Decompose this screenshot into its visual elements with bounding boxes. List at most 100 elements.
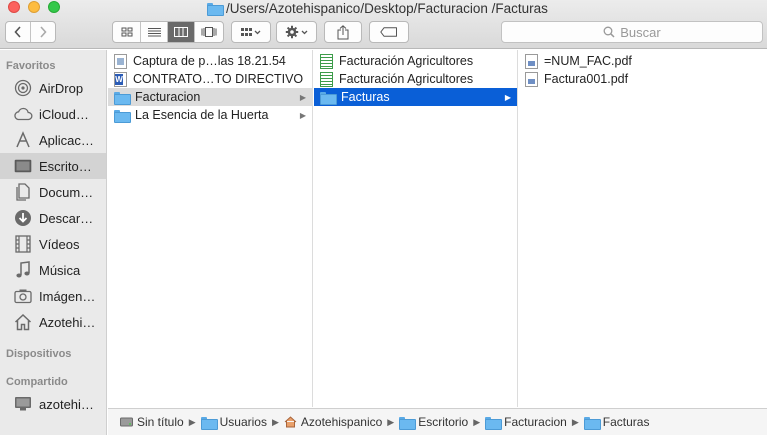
cover-flow-view-button[interactable] [195, 22, 223, 42]
file-row[interactable]: Facturación Agricultores [314, 52, 517, 70]
sidebar-item-shared-computer[interactable]: azotehi… [0, 391, 106, 417]
icon-view-button[interactable] [113, 22, 141, 42]
close-window-button[interactable] [8, 1, 20, 13]
browser-column-2: Facturación Agricultores Facturación Agr… [314, 50, 518, 407]
sidebar-item-documents[interactable]: Docum… [0, 179, 106, 205]
music-note-icon [13, 260, 33, 280]
image-file-icon [114, 53, 127, 69]
folder-icon [320, 91, 337, 105]
minimize-window-button[interactable] [28, 1, 40, 13]
sidebar-item-label: azotehi… [39, 396, 94, 412]
back-button[interactable] [6, 22, 31, 42]
sidebar-item-desktop[interactable]: Escrito… [0, 153, 106, 179]
file-name: CONTRATO…TO DIRECTIVO [133, 72, 304, 86]
sidebar-item-label: Vídeos [39, 236, 80, 252]
file-row[interactable]: Captura de p…las 18.21.54 [108, 52, 312, 70]
view-mode-control [112, 21, 224, 43]
path-separator-icon: ▶ [271, 416, 279, 427]
folder-icon [114, 109, 131, 123]
file-name: Facturación Agricultores [339, 54, 474, 68]
sidebar-item-label: iCloud… [39, 106, 89, 122]
spreadsheet-icon [320, 71, 333, 87]
tag-icon [380, 27, 397, 37]
forward-button[interactable] [31, 22, 55, 42]
disclosure-arrow-icon: ▶ [299, 110, 307, 120]
sidebar-item-downloads[interactable]: Descar… [0, 205, 106, 231]
sidebar-item-label: Escrito… [39, 158, 92, 174]
path-item-label: Escritorio [418, 415, 469, 429]
gear-icon [285, 25, 307, 39]
zoom-window-button[interactable] [48, 1, 60, 13]
file-row[interactable]: Factura001.pdf [519, 70, 767, 88]
file-row[interactable]: =NUM_FAC.pdf [519, 52, 767, 70]
disclosure-arrow-icon: ▶ [299, 92, 307, 102]
window-title-text: /Users/Azotehispanico/Desktop/Facturacio… [226, 0, 548, 16]
search-icon [603, 26, 615, 38]
sidebar-item-label: Descar… [39, 210, 94, 226]
navigation-buttons [5, 21, 56, 43]
download-icon [13, 208, 33, 228]
desktop-icon [13, 156, 33, 176]
path-item[interactable]: Facturacion [485, 415, 567, 430]
column-view-button[interactable] [168, 22, 195, 42]
sidebar-item-label: Aplicac… [39, 132, 94, 148]
film-icon [13, 234, 33, 254]
sidebar-item-airdrop[interactable]: AirDrop [0, 75, 106, 101]
folder-row[interactable]: La Esencia de la Huerta ▶ [108, 106, 312, 124]
sidebar-item-applications[interactable]: Aplicac… [0, 127, 106, 153]
word-document-icon [114, 71, 127, 87]
file-name: =NUM_FAC.pdf [544, 54, 632, 68]
path-bar: Sin título ▶ Usuarios ▶ Azotehispanico ▶… [108, 408, 767, 435]
sidebar-item-label: Azotehi… [39, 314, 96, 330]
path-item[interactable]: Facturas [583, 415, 650, 430]
pdf-file-icon [525, 53, 538, 69]
folder-icon [114, 91, 131, 105]
chevron-left-icon [14, 26, 21, 38]
cloud-icon [13, 104, 33, 124]
computer-icon [13, 394, 33, 414]
browser-column-3: =NUM_FAC.pdf Factura001.pdf [519, 50, 767, 407]
search-field[interactable]: Buscar [501, 21, 763, 43]
path-item-label: Facturas [602, 415, 650, 429]
pdf-file-icon [525, 71, 538, 87]
list-view-button[interactable] [141, 22, 168, 42]
arrange-button[interactable] [231, 21, 271, 43]
folder-icon [399, 416, 417, 430]
sidebar-item-label: AirDrop [39, 80, 84, 96]
path-separator-icon: ▶ [387, 416, 395, 427]
share-button[interactable] [324, 21, 362, 43]
cover-flow-icon [201, 27, 217, 37]
sidebar-item-home[interactable]: Azotehi… [0, 309, 106, 335]
action-menu-button[interactable] [276, 21, 317, 43]
path-separator-icon: ▶ [473, 416, 481, 427]
chevron-right-icon [40, 26, 47, 38]
sidebar-item-music[interactable]: Música [0, 257, 106, 283]
folder-name: Facturas [341, 90, 390, 104]
column-view-icon [174, 27, 188, 37]
path-item[interactable]: Escritorio [399, 415, 469, 430]
disclosure-arrow-icon: ▶ [504, 92, 512, 102]
browser-column-1: Captura de p…las 18.21.54 CONTRATO…TO DI… [108, 50, 313, 407]
path-item[interactable]: Sin título [120, 415, 184, 429]
sidebar-item-pictures[interactable]: Imágen… [0, 283, 106, 309]
folder-icon [485, 416, 503, 430]
share-icon [337, 24, 349, 39]
tags-button[interactable] [369, 21, 409, 43]
file-row[interactable]: CONTRATO…TO DIRECTIVO [108, 70, 312, 88]
sidebar-item-icloud[interactable]: iCloud… [0, 101, 106, 127]
sidebar-item-movies[interactable]: Vídeos [0, 231, 106, 257]
search-placeholder: Buscar [620, 24, 661, 40]
file-row[interactable]: Facturación Agricultores [314, 70, 517, 88]
airdrop-icon [13, 78, 33, 98]
sidebar-item-label: Docum… [39, 184, 94, 200]
path-item[interactable]: Usuarios [200, 415, 267, 430]
path-item-label: Usuarios [219, 415, 267, 429]
spreadsheet-icon [320, 53, 333, 69]
folder-row[interactable]: Facturacion ▶ [108, 88, 312, 106]
sidebar: Favoritos AirDrop iCloud… Aplicac… Escri… [0, 50, 107, 435]
folder-row[interactable]: Facturas ▶ [314, 88, 517, 106]
path-item-label: Sin título [137, 415, 184, 429]
camera-icon [13, 286, 33, 306]
file-name: Factura001.pdf [544, 72, 629, 86]
path-item[interactable]: Azotehispanico [284, 415, 382, 429]
